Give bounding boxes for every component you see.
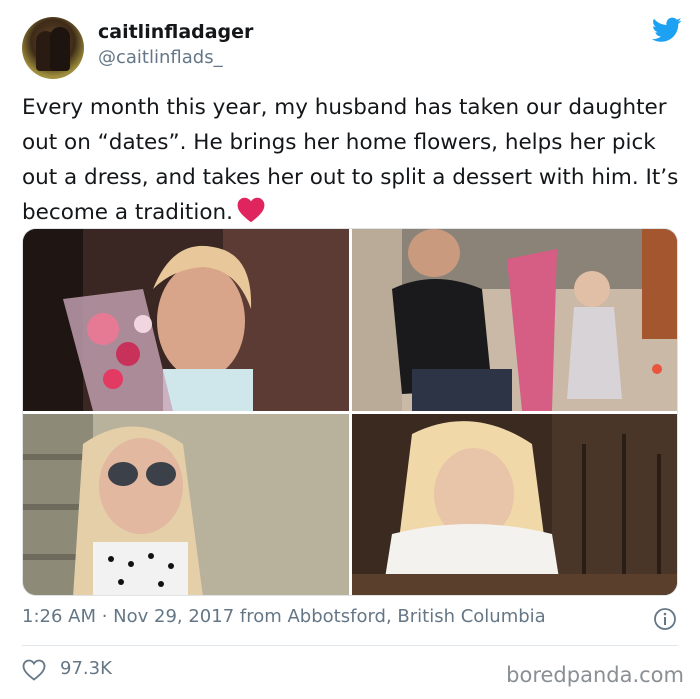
avatar[interactable] <box>22 17 84 79</box>
tweet-card: caitlinfladager @caitlinflads_ Every mon… <box>0 0 700 699</box>
red-heart-icon <box>237 197 265 223</box>
heart-outline-icon[interactable] <box>22 659 46 681</box>
media-grid <box>22 228 678 596</box>
watermark: boredpanda.com <box>506 663 684 687</box>
user-handle[interactable]: @caitlinflads_ <box>98 47 223 68</box>
tweet-text-body: Every month this year, my husband has ta… <box>22 95 679 225</box>
tweet-text: Every month this year, my husband has ta… <box>22 90 682 230</box>
display-name[interactable]: caitlinfladager <box>98 21 253 43</box>
tweet-header: caitlinfladager @caitlinflads_ <box>22 17 682 79</box>
like-count: 97.3K <box>60 658 112 679</box>
photo-dress-shopping[interactable] <box>352 229 677 411</box>
photo-sunglasses[interactable] <box>23 414 349 595</box>
photo-flowers[interactable] <box>23 229 349 411</box>
divider <box>22 645 678 646</box>
info-icon[interactable] <box>653 607 677 631</box>
twitter-bird-icon[interactable] <box>652 17 682 43</box>
photo-dessert[interactable] <box>352 414 677 595</box>
tweet-timestamp[interactable]: 1:26 AM · Nov 29, 2017 from Abbotsford, … <box>22 606 546 627</box>
